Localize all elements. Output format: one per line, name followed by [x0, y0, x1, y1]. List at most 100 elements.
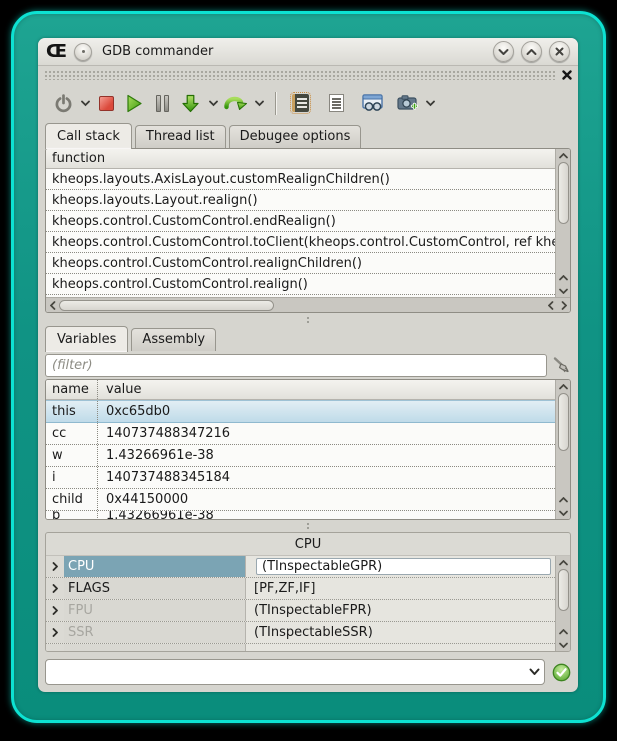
step-over-button[interactable] — [222, 89, 249, 117]
scroll-up-icon[interactable] — [557, 493, 570, 506]
variable-value: 140737488347216 — [98, 423, 555, 444]
power-dropdown[interactable] — [81, 100, 90, 107]
variables-vertical-scrollbar[interactable] — [555, 380, 570, 519]
cpu-register-row[interactable]: FLAGS [PF,ZF,IF] — [46, 578, 555, 600]
expand-chevron-icon[interactable] — [46, 556, 64, 577]
expand-chevron-icon[interactable] — [46, 600, 64, 621]
dock-header[interactable] — [38, 66, 578, 84]
variable-row[interactable]: b 1.43266961e-38 — [46, 511, 555, 519]
app-logo-icon: Œ — [46, 43, 67, 61]
callstack-row[interactable]: kheops.layouts.AxisLayout.customRealignC… — [46, 169, 555, 190]
variables-panel: name value this 0xc65db0 cc 140737488347… — [45, 379, 571, 520]
cpu-register-row[interactable]: SSR (TInspectableSSR) — [46, 622, 555, 644]
scroll-down-icon[interactable] — [557, 284, 570, 297]
clear-broom-icon — [552, 356, 571, 374]
variable-name: cc — [46, 423, 98, 444]
snapshot-dropdown[interactable] — [426, 100, 435, 107]
minimize-button[interactable] — [493, 41, 514, 62]
tab-debugee-options[interactable]: Debugee options — [229, 125, 362, 148]
name-column-header[interactable]: name — [46, 380, 98, 399]
callstack-row[interactable]: kheops.control.CustomControl.realignChil… — [46, 253, 555, 274]
step-over-icon — [224, 94, 247, 113]
dock-close-button[interactable] — [562, 70, 572, 80]
scroll-up-icon[interactable] — [557, 380, 570, 393]
maximize-button[interactable] — [521, 41, 542, 62]
close-button[interactable] — [549, 41, 570, 62]
command-combobox[interactable] — [45, 659, 545, 685]
tab-variables[interactable]: Variables — [45, 326, 128, 352]
variable-row[interactable]: w 1.43266961e-38 — [46, 445, 555, 467]
tab-assembly[interactable]: Assembly — [131, 328, 216, 351]
memo-icon — [292, 94, 309, 112]
callstack-row[interactable]: kheops.control.CustomControl.toClient(kh… — [46, 232, 555, 253]
pause-button[interactable] — [150, 89, 174, 117]
step-into-dropdown[interactable] — [209, 100, 218, 107]
titlebar[interactable]: Œ GDB commander — [38, 38, 578, 66]
variable-name: w — [46, 445, 98, 466]
scroll-up-icon[interactable] — [557, 149, 570, 162]
watches-button[interactable] — [360, 89, 385, 117]
scroll-up-icon[interactable] — [557, 556, 570, 569]
pin-button[interactable] — [74, 43, 92, 61]
step-over-dropdown[interactable] — [255, 100, 264, 107]
dock-grip[interactable] — [44, 70, 556, 80]
dropdown-chevron-icon[interactable] — [529, 668, 540, 676]
command-bar — [38, 652, 578, 692]
scrollbar-thumb[interactable] — [59, 300, 274, 311]
variables-header[interactable]: name value — [46, 380, 555, 400]
callstack-row[interactable]: kheops.control.CustomControl.endRealign(… — [46, 211, 555, 232]
scrollbar-thumb[interactable] — [558, 569, 569, 611]
filter-input[interactable] — [45, 354, 547, 377]
callstack-row[interactable]: kheops.control.CustomControl.realign() — [46, 274, 555, 295]
scroll-left-icon[interactable] — [544, 299, 557, 312]
scrollbar-thumb[interactable] — [558, 393, 569, 451]
snapshot-button[interactable] — [395, 89, 420, 117]
step-into-button[interactable] — [178, 89, 203, 117]
list-icon — [329, 94, 344, 112]
value-column-header[interactable]: value — [98, 380, 555, 399]
cpu-register-row[interactable]: FPU (TInspectableFPR) — [46, 600, 555, 622]
cpu-vertical-scrollbar[interactable] — [555, 556, 570, 651]
variable-row[interactable]: cc 140737488347216 — [46, 423, 555, 445]
confirm-button[interactable] — [552, 663, 571, 682]
callstack-column-header[interactable]: function — [46, 149, 555, 169]
clear-filter-button[interactable] — [552, 356, 571, 374]
scrollbar-thumb[interactable] — [558, 162, 569, 224]
scroll-up-icon[interactable] — [557, 625, 570, 638]
register-group-value: [PF,ZF,IF] — [246, 578, 555, 599]
memo-button[interactable] — [288, 89, 312, 117]
expand-chevron-icon[interactable] — [46, 578, 64, 599]
variable-row[interactable]: child 0x44150000 — [46, 489, 555, 511]
cpu-register-row[interactable]: CPU (TInspectableGPR) — [46, 556, 555, 578]
stop-button[interactable] — [94, 89, 118, 117]
command-input[interactable] — [52, 664, 529, 681]
variable-row[interactable]: i 140737488345184 — [46, 467, 555, 489]
register-group-name: FPU — [64, 600, 246, 621]
callstack-horizontal-scrollbar[interactable] — [46, 297, 570, 312]
chevron-down-icon — [426, 100, 435, 107]
callstack-row[interactable]: kheops.layouts.Layout.realign() — [46, 190, 555, 211]
mid-tabbar: Variables Assembly — [38, 326, 578, 351]
pause-icon — [156, 95, 169, 112]
scroll-up-icon[interactable] — [557, 271, 570, 284]
scroll-down-icon[interactable] — [557, 638, 570, 651]
expand-chevron-icon[interactable] — [46, 622, 64, 643]
register-group-value: (TInspectableSSR) — [246, 622, 555, 643]
scroll-right-icon[interactable] — [557, 299, 570, 312]
output-list-button[interactable] — [324, 89, 348, 117]
cpu-register-row[interactable] — [46, 644, 555, 651]
callstack-vertical-scrollbar[interactable] — [555, 149, 570, 297]
power-button[interactable] — [51, 89, 75, 117]
splitter-handle[interactable] — [38, 313, 578, 326]
run-button[interactable] — [122, 89, 146, 117]
register-group-name: CPU — [64, 556, 246, 577]
watches-icon — [362, 94, 383, 112]
tab-thread-list[interactable]: Thread list — [135, 125, 226, 148]
variable-row[interactable]: this 0xc65db0 — [46, 400, 555, 423]
scroll-down-icon[interactable] — [557, 506, 570, 519]
splitter-handle[interactable] — [38, 520, 578, 532]
scroll-left-icon[interactable] — [46, 299, 59, 312]
register-group-value[interactable]: (TInspectableGPR) — [256, 558, 551, 575]
tab-call-stack[interactable]: Call stack — [45, 123, 132, 149]
variable-value: 1.43266961e-38 — [98, 511, 555, 519]
